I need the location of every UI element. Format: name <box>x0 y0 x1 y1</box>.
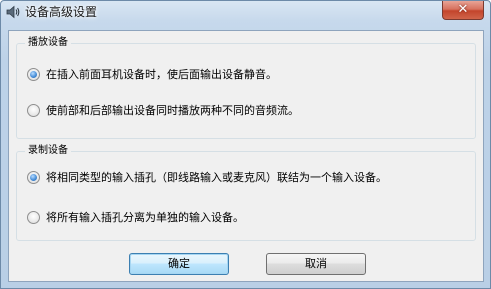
radio-label[interactable]: 将相同类型的输入插孔（即线路输入或麦克风）联结为一个输入设备。 <box>46 171 387 185</box>
cancel-button[interactable]: 取消 <box>266 253 366 275</box>
playback-group-label: 播放设备 <box>25 37 71 49</box>
speaker-icon <box>5 4 21 20</box>
radio-button[interactable] <box>27 104 40 117</box>
recording-group-label: 录制设备 <box>25 145 71 157</box>
radio-button[interactable] <box>27 211 40 224</box>
radio-button[interactable] <box>27 68 40 81</box>
playback-group: 播放设备 在插入前面耳机设备时，使后面输出设备静音。 使前部和后部输出设备同时播… <box>16 37 476 139</box>
radio-label[interactable]: 将所有输入插孔分离为单独的输入设备。 <box>46 211 244 225</box>
dialog-body: 播放设备 在插入前面耳机设备时，使后面输出设备静音。 使前部和后部输出设备同时播… <box>8 30 484 282</box>
radio-label[interactable]: 使前部和后部输出设备同时播放两种不同的音频流。 <box>46 104 299 118</box>
dialog-window: 设备高级设置 ✕ 播放设备 在插入前面耳机设备时，使后面输出设备静音。 使前部和… <box>0 0 491 289</box>
title-bar[interactable]: 设备高级设置 ✕ <box>1 1 490 23</box>
window-title: 设备高级设置 <box>25 5 98 19</box>
radio-label[interactable]: 在插入前面耳机设备时，使后面输出设备静音。 <box>46 68 277 82</box>
close-button[interactable]: ✕ <box>442 1 484 20</box>
recording-group: 录制设备 将相同类型的输入插孔（即线路输入或麦克风）联结为一个输入设备。 将所有… <box>16 145 476 241</box>
ok-button[interactable]: 确定 <box>129 253 229 275</box>
close-icon: ✕ <box>457 2 469 17</box>
radio-button[interactable] <box>27 171 40 184</box>
